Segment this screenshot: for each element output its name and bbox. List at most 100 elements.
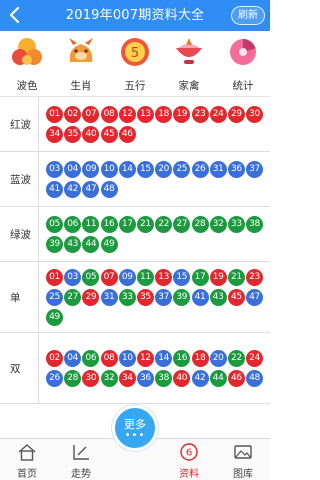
number-ball: 41: [191, 288, 209, 306]
category-five-elements[interactable]: 5 五行: [108, 31, 162, 96]
number-ball: 46: [118, 125, 136, 143]
refresh-button[interactable]: 刷新: [231, 6, 265, 25]
number-ball: 32: [209, 215, 227, 233]
section-label: 蓝波: [10, 173, 31, 186]
category-color-wave[interactable]: 波色: [0, 31, 54, 96]
number-ball: 15: [136, 160, 154, 178]
category-poultry[interactable]: 家禽: [162, 31, 216, 96]
five-elements-badge: 5: [131, 46, 139, 61]
number-ball: 07: [100, 268, 118, 286]
ball-list: 05 06 11 16 17 21 22 27 28 32 33 38 39 43 44 49: [46, 207, 266, 261]
number-ball: 25: [46, 288, 63, 306]
number-ball: 42: [64, 180, 82, 198]
number-ball: 05: [46, 215, 63, 233]
number-ball: 38: [246, 215, 264, 233]
number-ball: 47: [246, 288, 264, 306]
number-ball: 26: [191, 160, 209, 178]
section-even: 双 02 04 06 08 10 12 14 16 18 20 22 24 26 28 30 32 34 36 38…: [0, 333, 270, 404]
number-ball: 03: [64, 268, 82, 286]
number-ball: 29: [227, 105, 245, 123]
ball-list: 03 04 09 10 14 15 20 25 26 31 36 37 41 42 47 48: [46, 152, 266, 206]
more-button[interactable]: 更多 •••: [112, 405, 158, 451]
data-badge: 6: [186, 448, 192, 459]
number-ball: 04: [64, 349, 82, 367]
number-ball: 05: [82, 268, 100, 286]
tab-gallery[interactable]: 图库: [216, 439, 270, 480]
number-ball: 19: [173, 105, 191, 123]
category-label: 家禽: [178, 80, 200, 92]
number-ball: 34: [46, 125, 63, 143]
number-ball: 43: [209, 288, 227, 306]
number-ball: 07: [82, 105, 100, 123]
tab-label: 走势: [71, 469, 91, 480]
trend-icon: [73, 445, 89, 460]
number-ball: 20: [209, 349, 227, 367]
category-statistics[interactable]: 统计: [216, 31, 270, 96]
number-ball: 35: [136, 288, 154, 306]
zodiac-icon: [69, 38, 93, 62]
number-ball: 34: [118, 369, 136, 387]
number-ball: 09: [118, 268, 136, 286]
page-title: 2019年007期资料大全: [65, 8, 205, 23]
number-ball: 28: [191, 215, 209, 233]
number-ball: 12: [118, 105, 136, 123]
number-ball: 40: [173, 369, 191, 387]
number-ball: 11: [82, 215, 100, 233]
number-ball: 37: [155, 288, 173, 306]
back-arrow-icon[interactable]: [6, 6, 24, 24]
data-icon: 6: [180, 443, 198, 461]
tab-home[interactable]: 首页: [0, 439, 54, 480]
number-ball: 42: [191, 369, 209, 387]
section-red-wave: 红波 01 02 07 08 12 13 18 19 23 24 29 30 34 35 40 45 46: [0, 97, 270, 152]
number-ball: 11: [136, 268, 154, 286]
number-ball: 03: [46, 160, 63, 178]
number-ball: 44: [209, 369, 227, 387]
number-ball: 38: [155, 369, 173, 387]
divider: [38, 207, 39, 261]
number-ball: 41: [46, 180, 63, 198]
number-ball: 01: [46, 268, 63, 286]
number-ball: 02: [46, 349, 63, 367]
number-ball: 26: [46, 369, 63, 387]
number-ball: 13: [155, 268, 173, 286]
category-bar: 波色 生肖 5 五行 家禽 统计: [0, 31, 270, 97]
app-header: 2019年007期资料大全 刷新: [0, 0, 270, 31]
number-ball: 49: [46, 308, 63, 326]
tab-trend[interactable]: 走势: [54, 439, 108, 480]
five-elements-icon: 5: [121, 38, 149, 66]
tab-data[interactable]: 6 资料: [162, 439, 216, 480]
number-ball: 13: [136, 105, 154, 123]
ball-list: 01 02 07 08 12 13 18 19 23 24 29 30 34 35 40 45 46: [46, 97, 266, 151]
number-ball: 09: [82, 160, 100, 178]
number-ball: 21: [136, 215, 154, 233]
category-zodiac[interactable]: 生肖: [54, 31, 108, 96]
number-ball: 33: [118, 288, 136, 306]
color-wave-icon: [12, 38, 42, 65]
number-ball: 29: [82, 288, 100, 306]
tab-label: 资料: [179, 469, 199, 480]
number-ball: 02: [64, 105, 82, 123]
category-label: 生肖: [70, 80, 92, 92]
number-ball: 22: [227, 349, 245, 367]
number-ball: 06: [64, 215, 82, 233]
number-ball: 40: [82, 125, 100, 143]
more-dots-icon: •••: [124, 430, 146, 441]
number-sections: 红波 01 02 07 08 12 13 18 19 23 24 29 30 34 35 40 45 46 蓝波…: [0, 97, 270, 404]
number-ball: 44: [82, 235, 100, 253]
number-ball: 06: [82, 349, 100, 367]
number-ball: 30: [246, 105, 264, 123]
number-ball: 14: [155, 349, 173, 367]
number-ball: 16: [173, 349, 191, 367]
number-ball: 22: [155, 215, 173, 233]
number-ball: 19: [209, 268, 227, 286]
tab-label: 图库: [233, 469, 253, 480]
number-ball: 32: [100, 369, 118, 387]
section-green-wave: 绿波 05 06 11 16 17 21 22 27 28 32 33 38 39 43 44 49: [0, 207, 270, 262]
section-label: 双: [10, 362, 21, 375]
number-ball: 46: [227, 369, 245, 387]
number-ball: 15: [173, 268, 191, 286]
number-ball: 31: [100, 288, 118, 306]
number-ball: 25: [173, 160, 191, 178]
home-icon: [18, 444, 36, 461]
number-ball: 28: [64, 369, 82, 387]
